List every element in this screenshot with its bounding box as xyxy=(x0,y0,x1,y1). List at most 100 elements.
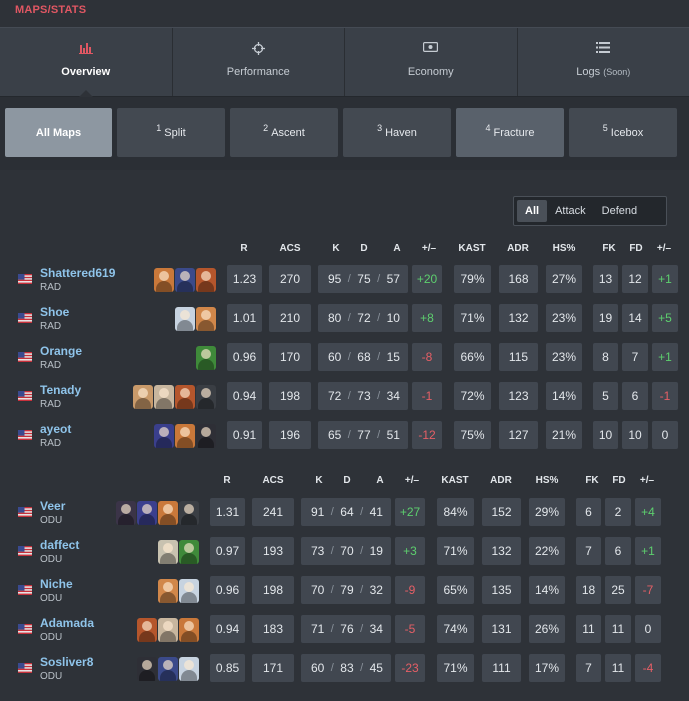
slash-separator: / xyxy=(347,273,351,285)
player-name-link[interactable]: ayeot xyxy=(40,422,71,436)
us-flag-icon xyxy=(18,546,32,556)
agent-icons xyxy=(196,346,216,370)
column-header: +/– xyxy=(639,475,655,486)
column-header: HS% xyxy=(535,475,559,486)
side-toggle: All Attack Defend xyxy=(513,196,667,226)
side-attack-button[interactable]: Attack xyxy=(547,200,594,222)
first-kills-cell: 13 xyxy=(593,265,618,293)
tab-economy[interactable]: Economy xyxy=(345,28,518,96)
player-team-tag: RAD xyxy=(40,321,62,332)
adr-cell: 132 xyxy=(499,304,538,332)
first-deaths-cell: 2 xyxy=(605,498,631,526)
d-value: 79 xyxy=(340,583,354,597)
player-name-link[interactable]: Sosliver8 xyxy=(40,655,93,669)
fk-diff-cell: 0 xyxy=(652,421,678,449)
slash-separator: / xyxy=(360,584,364,596)
hs-cell: 26% xyxy=(529,615,565,643)
player-name-link[interactable]: Veer xyxy=(40,499,65,513)
kast-cell: 75% xyxy=(454,421,491,449)
player-row: Niche ODU 0.96 198 70 / 79 / 32 -9 65% 135 14% 18 25 -7 xyxy=(0,576,689,609)
agent-portrait-icon xyxy=(137,501,157,525)
kda-cell: 71 / 76 / 34 xyxy=(301,615,391,643)
agent-portrait-icon xyxy=(175,307,195,331)
agent-portrait-icon xyxy=(154,268,174,292)
map-selector: All Maps 1 Split 2 Ascent 3 Haven 4 Fracture… xyxy=(0,97,689,170)
agent-icons xyxy=(154,268,216,292)
column-header: R xyxy=(223,475,231,486)
map-button-haven[interactable]: 3 Haven xyxy=(343,108,451,157)
tab-performance[interactable]: Performance xyxy=(173,28,345,96)
k-value: 72 xyxy=(328,389,342,403)
acs-cell: 171 xyxy=(252,654,294,682)
slash-separator: / xyxy=(330,545,334,557)
d-value: 76 xyxy=(340,622,354,636)
agent-icons xyxy=(137,618,199,642)
slash-separator: / xyxy=(360,623,364,635)
player-row: Shattered619 RAD 1.23 270 95 / 75 / 57 +20 79% 168 2… xyxy=(0,265,689,298)
rating-cell: 0.94 xyxy=(227,382,262,410)
us-flag-icon xyxy=(18,274,32,284)
map-button-fracture[interactable]: 4 Fracture xyxy=(456,108,564,157)
fk-diff-cell: +4 xyxy=(635,498,661,526)
tab-logs-soon: (Soon) xyxy=(603,67,631,77)
agent-portrait-icon xyxy=(179,618,199,642)
agent-portrait-icon xyxy=(179,540,199,564)
player-name-link[interactable]: Adamada xyxy=(40,616,94,630)
player-name-link[interactable]: Tenady xyxy=(40,383,81,397)
us-flag-icon xyxy=(18,663,32,673)
kast-cell: 66% xyxy=(454,343,491,371)
map-button-icebox[interactable]: 5 Icebox xyxy=(569,108,677,157)
first-kills-cell: 7 xyxy=(576,537,601,565)
map-number: 1 xyxy=(156,122,162,133)
agent-portrait-icon xyxy=(154,385,174,409)
d-value: 75 xyxy=(357,272,371,286)
us-flag-icon xyxy=(18,313,32,323)
k-value: 60 xyxy=(328,350,342,364)
player-team-tag: ODU xyxy=(40,593,63,604)
first-deaths-cell: 11 xyxy=(605,654,631,682)
adr-cell: 127 xyxy=(499,421,538,449)
map-button-ascent[interactable]: 2 Ascent xyxy=(230,108,338,157)
player-name-link[interactable]: Niche xyxy=(40,577,73,591)
agent-portrait-icon xyxy=(154,424,174,448)
kd-diff-cell: +3 xyxy=(395,537,425,565)
tab-overview[interactable]: Overview xyxy=(0,28,173,97)
a-value: 34 xyxy=(369,622,383,636)
map-button-all[interactable]: All Maps xyxy=(5,108,112,157)
kd-diff-cell: -8 xyxy=(412,343,442,371)
adr-cell: 168 xyxy=(499,265,538,293)
kd-diff-cell: -5 xyxy=(395,615,425,643)
kda-cell: 91 / 64 / 41 xyxy=(301,498,391,526)
a-value: 57 xyxy=(386,272,400,286)
crosshair-icon xyxy=(251,42,265,55)
first-kills-cell: 7 xyxy=(576,654,601,682)
a-value: 32 xyxy=(369,583,383,597)
side-all-button[interactable]: All xyxy=(517,200,548,222)
player-name-link[interactable]: Shattered619 xyxy=(40,266,115,280)
fk-diff-cell: -4 xyxy=(635,654,661,682)
player-name-link[interactable]: Orange xyxy=(40,344,82,358)
fk-diff-cell: +1 xyxy=(652,265,678,293)
slash-separator: / xyxy=(330,584,334,596)
first-deaths-cell: 11 xyxy=(605,615,631,643)
tab-logs[interactable]: Logs (Soon) xyxy=(518,28,689,96)
player-name-link[interactable]: daffect xyxy=(40,538,79,552)
side-defend-button[interactable]: Defend xyxy=(594,200,645,222)
acs-cell: 241 xyxy=(252,498,294,526)
us-flag-icon xyxy=(18,624,32,634)
first-deaths-cell: 10 xyxy=(622,421,648,449)
slash-separator: / xyxy=(377,429,381,441)
player-team-tag: ODU xyxy=(40,554,63,565)
map-button-split[interactable]: 1 Split xyxy=(117,108,225,157)
bar-chart-icon xyxy=(78,43,93,54)
acs-cell: 196 xyxy=(269,421,311,449)
breadcrumb[interactable]: MAPS/STATS xyxy=(15,4,86,16)
player-name-link[interactable]: Shoe xyxy=(40,305,69,319)
acs-cell: 198 xyxy=(252,576,294,604)
player-team-tag: RAD xyxy=(40,399,62,410)
agent-portrait-icon xyxy=(196,424,216,448)
agent-icons xyxy=(116,501,199,525)
adr-cell: 123 xyxy=(499,382,538,410)
tab-economy-label: Economy xyxy=(407,66,454,78)
us-flag-icon xyxy=(18,391,32,401)
